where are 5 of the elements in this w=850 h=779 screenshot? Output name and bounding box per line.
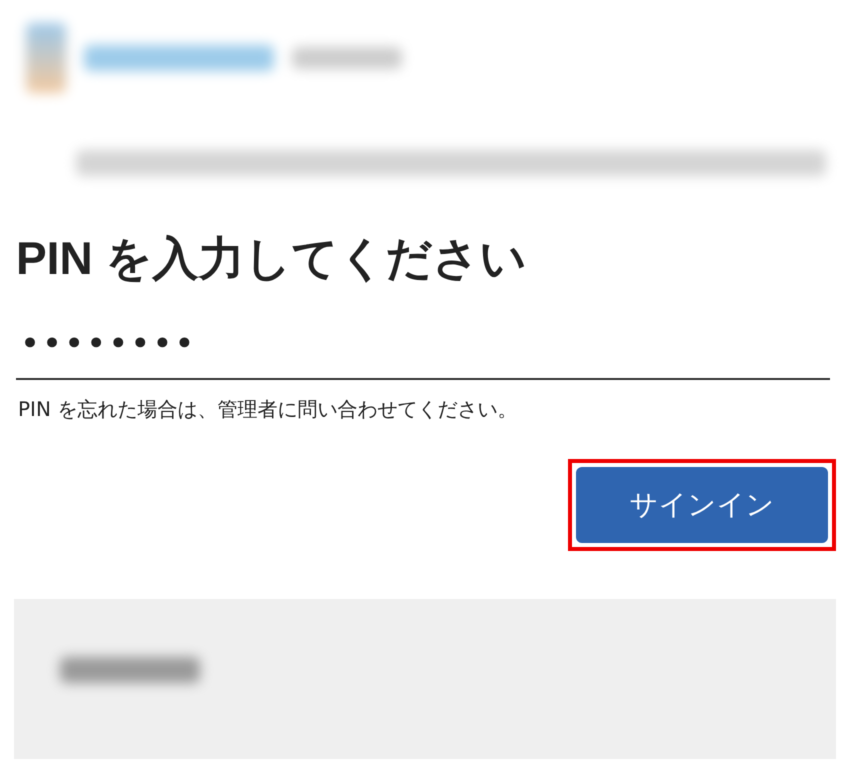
- page-heading: PIN を入力してください: [16, 231, 528, 286]
- blurred-logo: [26, 23, 66, 93]
- sign-in-button[interactable]: サインイン: [576, 467, 828, 543]
- pin-field[interactable]: ••••••••: [16, 320, 830, 380]
- helper-text: PIN を忘れた場合は、管理者に問い合わせてください。: [18, 396, 518, 423]
